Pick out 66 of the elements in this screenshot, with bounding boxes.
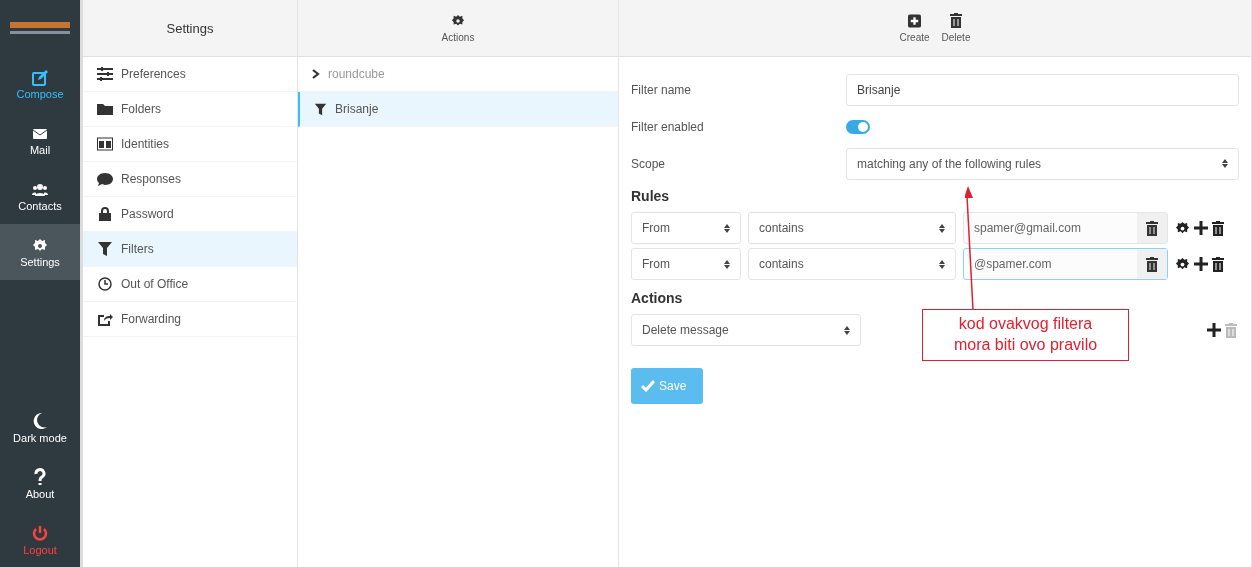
trash-icon[interactable] bbox=[1146, 220, 1158, 236]
section-title: Rules bbox=[631, 188, 671, 204]
actions-button[interactable]: Actions bbox=[437, 13, 479, 43]
scope-select[interactable]: matching any of the following rules bbox=[846, 147, 1239, 180]
lock-icon bbox=[97, 207, 113, 221]
menu-item[interactable]: Filters bbox=[83, 232, 297, 267]
plus-icon[interactable] bbox=[1194, 257, 1208, 271]
check-icon bbox=[641, 380, 655, 392]
filter-item[interactable]: Brisanje bbox=[298, 92, 618, 127]
menu-item[interactable]: Responses bbox=[83, 162, 297, 197]
rule-value-field[interactable]: spamer@gmail.com bbox=[963, 212, 1168, 244]
menu-item[interactable]: Forwarding bbox=[83, 302, 297, 337]
menu-item[interactable]: Out of Office bbox=[83, 267, 297, 302]
nav-item[interactable]: Dark mode bbox=[0, 399, 80, 455]
settings-icon bbox=[451, 13, 465, 28]
plus-square-icon bbox=[908, 13, 922, 28]
trash-icon[interactable] bbox=[1146, 256, 1158, 272]
nav-item[interactable]: Mail bbox=[0, 112, 80, 168]
trash-icon[interactable] bbox=[1212, 220, 1224, 236]
rule-value-field[interactable]: @spamer.com bbox=[963, 248, 1168, 280]
trash-icon bbox=[950, 13, 962, 28]
chevron-icon bbox=[312, 69, 320, 79]
settings-icon[interactable] bbox=[1175, 256, 1190, 272]
plus-icon[interactable] bbox=[1207, 323, 1221, 337]
field-label: Filter name bbox=[631, 82, 693, 97]
delete-button[interactable]: Delete bbox=[937, 13, 975, 43]
bubble-icon bbox=[97, 172, 113, 186]
folder-icon bbox=[97, 102, 113, 116]
people-icon bbox=[32, 182, 48, 198]
nav-item[interactable]: Contacts bbox=[0, 168, 80, 224]
annotation-note: kod ovakvog filtera mora biti ovo pravilo bbox=[922, 309, 1129, 361]
menu-item[interactable]: Folders bbox=[83, 92, 297, 127]
edit-icon bbox=[32, 70, 48, 86]
menu-item[interactable]: Identities bbox=[83, 127, 297, 162]
trash-icon[interactable] bbox=[1212, 256, 1224, 272]
section-title: Actions bbox=[631, 290, 684, 306]
idcard-icon bbox=[97, 137, 113, 151]
funnel-icon bbox=[97, 242, 113, 256]
moon-icon bbox=[32, 412, 48, 430]
operator-select[interactable]: contains bbox=[748, 212, 956, 244]
operator-select[interactable]: contains bbox=[748, 248, 956, 280]
question-icon bbox=[32, 468, 48, 486]
create-button[interactable]: Create bbox=[895, 13, 934, 43]
panel-title: Settings bbox=[166, 20, 214, 36]
nav-item[interactable]: Compose bbox=[0, 56, 80, 112]
funnel-icon bbox=[314, 102, 327, 116]
power-icon bbox=[32, 524, 48, 542]
field-label: Filter enabled bbox=[631, 119, 705, 134]
envelope-icon bbox=[32, 126, 48, 142]
field-label: Scope bbox=[631, 156, 667, 171]
nav-item[interactable]: Settings bbox=[0, 224, 80, 280]
sliders-icon bbox=[97, 67, 113, 81]
trash-icon bbox=[1225, 322, 1237, 338]
settings-icon[interactable] bbox=[1175, 220, 1190, 236]
share-icon bbox=[97, 312, 113, 326]
nav-item[interactable]: About bbox=[0, 455, 80, 511]
menu-item[interactable]: Preferences bbox=[83, 57, 297, 92]
action-select[interactable]: Delete message bbox=[631, 314, 861, 346]
clock-icon bbox=[97, 277, 113, 291]
logo-icon bbox=[10, 22, 70, 34]
filter-name-field[interactable]: Brisanje bbox=[846, 73, 1239, 106]
enabled-switch[interactable] bbox=[846, 119, 870, 134]
header-select[interactable]: From bbox=[631, 248, 741, 280]
header-select[interactable]: From bbox=[631, 212, 741, 244]
plus-icon[interactable] bbox=[1194, 221, 1208, 235]
settings-icon bbox=[32, 238, 48, 254]
